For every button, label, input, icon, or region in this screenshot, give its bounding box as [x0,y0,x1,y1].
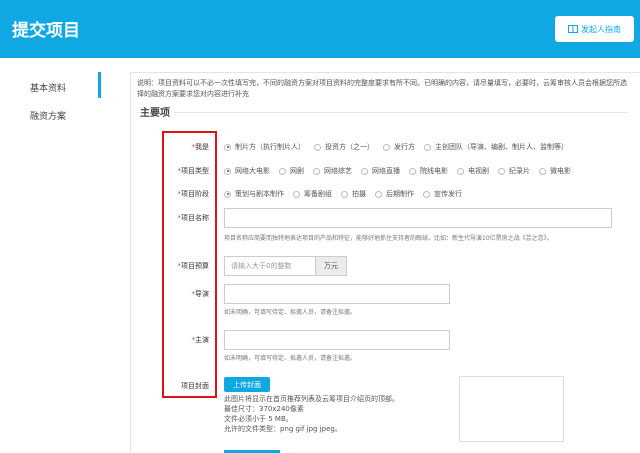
radio-dot [224,143,231,151]
form-note: 说明：项目资料可以不必一次性填写完，不同的融资方案对项目资料的完整度要求有所不同… [137,79,627,98]
type-option-web-movie[interactable]: 网络大电影 [224,166,270,176]
radio-dot [498,167,505,175]
type-option-theatrical[interactable]: 院线电影 [409,166,448,176]
role-radio-group: 制片方（执行制片人） 投资方（之一） 发行方 主创团队（导演、编剧、制片人、监制… [224,142,577,152]
labels-highlight-box [162,131,217,398]
type-radio-group: 网络大电影 网剧 网络综艺 网络直播 院线电影 电视剧 纪录片 微电影 [224,166,580,176]
type-option-tv-series[interactable]: 电视剧 [457,166,489,176]
option-label: 电视剧 [468,167,489,175]
radio-dot [293,190,300,198]
option-label: 投资方（之一） [325,143,374,151]
book-icon [568,25,578,33]
option-label: 网络大电影 [235,167,270,175]
type-option-web-live[interactable]: 网络直播 [361,166,400,176]
stage-option-shooting[interactable]: 拍摄 [341,189,366,199]
section-title: 主要项 [140,104,174,119]
option-label: 院线电影 [420,167,448,175]
option-label: 纪录片 [509,167,530,175]
option-label: 发行方 [394,143,415,151]
stage-option-preparation[interactable]: 筹备剧组 [293,189,332,199]
project-name-help: 项目名称应简要而独特地表达项目的产品和特征，能够好地抓住支持者的眼球。比如：新生… [224,235,553,242]
section-divider [137,112,627,113]
radio-dot [423,190,430,198]
stage-radio-group: 策划与剧本制作 筹备剧组 拍摄 后期制作 宣传发行 [224,189,471,199]
option-label: 微电影 [550,167,571,175]
page-title: 提交项目 [12,21,80,41]
director-input[interactable] [224,284,450,304]
type-option-web-variety[interactable]: 网络综艺 [313,166,352,176]
radio-dot [361,167,368,175]
option-label: 拍摄 [352,190,366,198]
role-option-creative-team[interactable]: 主创团队（导演、编剧、制片人、监制等） [424,142,568,152]
type-option-documentary[interactable]: 纪录片 [498,166,530,176]
budget-unit: 万元 [315,256,347,276]
cast-help: 如未明确，可填写待定、拟邀人员，请备注拟邀。 [224,355,357,362]
option-label: 策划与剧本制作 [235,190,284,198]
sidebar-item-basic-info[interactable]: 基本资料 [30,81,66,94]
budget-input[interactable]: 请输入大于0的整数 [224,256,316,276]
radio-dot [279,167,286,175]
founder-guide-label: 发起人指南 [581,24,621,34]
type-option-web-series[interactable]: 网剧 [279,166,304,176]
project-name-input[interactable] [224,208,612,228]
option-label: 制片方（执行制片人） [235,143,305,151]
option-label: 主创团队（导演、编剧、制片人、监制等） [435,143,568,151]
radio-dot [313,167,320,175]
radio-dot [383,143,390,151]
stage-option-promotion[interactable]: 宣传发行 [423,189,462,199]
radio-dot [341,190,348,198]
radio-dot [224,167,231,175]
upload-cover-button[interactable]: 上传封面 [224,377,270,392]
sidebar-active-indicator [98,72,101,98]
cover-info-line: 此图片将显示在首页推荐列表及云筹项目介绍页的顶部。 [224,395,399,403]
cover-upload-info: 此图片将显示在首页推荐列表及云筹项目介绍页的顶部。 最佳尺寸：370x240像素… [224,394,399,434]
founder-guide-button[interactable]: 发起人指南 [555,16,634,42]
radio-dot [375,190,382,198]
type-option-micro-film[interactable]: 微电影 [539,166,571,176]
option-label: 网络综艺 [324,167,352,175]
cast-input[interactable] [224,330,450,350]
radio-dot [539,167,546,175]
cover-info-line: 最佳尺寸：370x240像素 [224,405,304,413]
radio-dot [409,167,416,175]
director-help: 如未明确，可填写待定、拟邀人员，请备注拟邀。 [224,309,357,316]
option-label: 筹备剧组 [304,190,332,198]
radio-dot [457,167,464,175]
option-label: 宣传发行 [434,190,462,198]
page-header: 提交项目 发起人指南 [0,0,640,58]
stage-option-planning[interactable]: 策划与剧本制作 [224,189,284,199]
stage-option-post-production[interactable]: 后期制作 [375,189,414,199]
option-label: 网剧 [290,167,304,175]
option-label: 网络直播 [372,167,400,175]
cover-info-line: 文件必须小于 5 MB。 [224,415,293,423]
radio-dot [424,143,431,151]
cover-preview [459,376,564,442]
cover-info-line: 允许的文件类型：png gif jpg jpeg。 [224,425,342,433]
radio-dot [314,143,321,151]
role-option-producer[interactable]: 制片方（执行制片人） [224,142,305,152]
radio-dot [224,190,231,198]
sidebar-item-financing-plan[interactable]: 融资方案 [30,109,66,122]
role-option-investor[interactable]: 投资方（之一） [314,142,374,152]
role-option-distributor[interactable]: 发行方 [383,142,415,152]
option-label: 后期制作 [386,190,414,198]
